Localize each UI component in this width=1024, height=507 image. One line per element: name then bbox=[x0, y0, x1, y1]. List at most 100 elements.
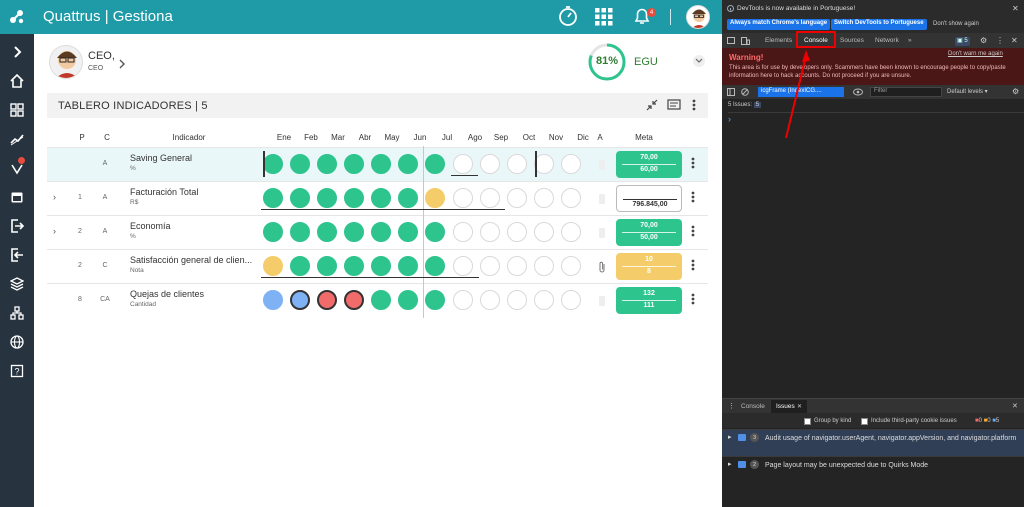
month-status-dot[interactable] bbox=[290, 154, 310, 174]
month-status-dot[interactable] bbox=[425, 188, 445, 208]
month-status-dot[interactable] bbox=[371, 222, 391, 242]
col-month[interactable]: Abr bbox=[353, 133, 377, 142]
sidebar-item-export[interactable] bbox=[0, 211, 34, 240]
kebab-icon[interactable] bbox=[691, 293, 695, 305]
app-logo[interactable] bbox=[0, 0, 34, 34]
month-status-dot[interactable] bbox=[534, 154, 554, 174]
month-status-dot[interactable] bbox=[398, 222, 418, 242]
month-status-dot[interactable] bbox=[290, 222, 310, 242]
month-status-dot[interactable] bbox=[425, 154, 445, 174]
table-row[interactable]: › 2 A Economía% 70,00 50,00 bbox=[47, 215, 708, 249]
month-status-dot[interactable] bbox=[561, 188, 581, 208]
sidebar-item-help[interactable]: ? bbox=[0, 356, 34, 385]
meta-box[interactable]: 796.845,00 bbox=[616, 185, 682, 212]
month-status-dot[interactable] bbox=[453, 154, 473, 174]
close-icon[interactable]: ✕ bbox=[797, 403, 802, 410]
table-row[interactable]: 8 CA Quejas de clientes Cantidad 132 111 bbox=[47, 283, 708, 317]
month-status-dot[interactable] bbox=[507, 256, 527, 276]
meta-box[interactable]: 132 111 bbox=[616, 287, 682, 314]
month-status-dot[interactable] bbox=[371, 154, 391, 174]
month-status-dot[interactable] bbox=[263, 154, 283, 174]
profile-avatar[interactable] bbox=[49, 45, 83, 79]
kebab-icon[interactable] bbox=[691, 225, 695, 237]
sidebar-item-calendar[interactable] bbox=[0, 182, 34, 211]
score-dropdown[interactable] bbox=[693, 55, 705, 67]
month-status-dot[interactable] bbox=[425, 290, 445, 310]
month-status-dot[interactable] bbox=[453, 188, 473, 208]
sidebar-item-import[interactable] bbox=[0, 240, 34, 269]
col-a[interactable]: A bbox=[594, 133, 606, 142]
sidebar-item-globe[interactable] bbox=[0, 327, 34, 356]
month-status-dot[interactable] bbox=[480, 154, 500, 174]
month-status-dot[interactable] bbox=[534, 188, 554, 208]
month-status-dot[interactable] bbox=[263, 256, 283, 276]
month-status-dot[interactable] bbox=[263, 222, 283, 242]
indicator-name[interactable]: Satisfacción general de clien... bbox=[130, 255, 258, 265]
month-status-dot[interactable] bbox=[317, 290, 337, 310]
month-status-dot[interactable] bbox=[534, 290, 554, 310]
attachment-icon[interactable] bbox=[598, 261, 606, 273]
col-p[interactable]: P bbox=[78, 133, 86, 142]
month-status-dot[interactable] bbox=[480, 222, 500, 242]
month-status-dot[interactable] bbox=[534, 256, 554, 276]
month-status-dot[interactable] bbox=[317, 256, 337, 276]
sidebar-expand[interactable] bbox=[0, 37, 34, 66]
user-avatar[interactable] bbox=[686, 5, 710, 29]
col-month[interactable]: Ene bbox=[272, 133, 296, 142]
apps-button[interactable] bbox=[594, 7, 614, 27]
month-status-dot[interactable] bbox=[507, 188, 527, 208]
month-status-dot[interactable] bbox=[453, 290, 473, 310]
indicator-name[interactable]: Facturación Total bbox=[130, 187, 258, 197]
col-indicador[interactable]: Indicador bbox=[154, 133, 224, 142]
month-status-dot[interactable] bbox=[317, 188, 337, 208]
month-status-dot[interactable] bbox=[507, 222, 527, 242]
month-status-dot[interactable] bbox=[263, 188, 283, 208]
month-status-dot[interactable] bbox=[344, 256, 364, 276]
col-month[interactable]: Dic bbox=[571, 133, 595, 142]
month-status-dot[interactable] bbox=[398, 290, 418, 310]
meta-box[interactable]: 70,00 50,00 bbox=[616, 219, 682, 246]
profile-expand[interactable] bbox=[118, 56, 126, 74]
month-status-dot[interactable] bbox=[398, 154, 418, 174]
month-status-dot[interactable] bbox=[453, 256, 473, 276]
collapse-button[interactable] bbox=[646, 99, 658, 111]
kebab-icon[interactable] bbox=[691, 191, 695, 203]
sidebar-item-org[interactable] bbox=[0, 298, 34, 327]
sidebar-item-home[interactable] bbox=[0, 66, 34, 95]
row-expand-button[interactable]: › bbox=[53, 192, 56, 202]
col-month[interactable]: Feb bbox=[299, 133, 323, 142]
issue-row[interactable]: ▸ 3 Audit usage of navigator.userAgent, … bbox=[722, 429, 1024, 456]
month-status-dot[interactable] bbox=[507, 154, 527, 174]
month-status-dot[interactable] bbox=[561, 290, 581, 310]
month-status-dot[interactable] bbox=[371, 256, 391, 276]
month-status-dot[interactable] bbox=[480, 256, 500, 276]
third-party-checkbox[interactable] bbox=[861, 418, 868, 425]
close-icon[interactable]: ✕ bbox=[1012, 402, 1018, 410]
meta-box[interactable]: 10 8 bbox=[616, 253, 682, 280]
month-status-dot[interactable] bbox=[425, 222, 445, 242]
month-status-dot[interactable] bbox=[344, 222, 364, 242]
month-status-dot[interactable] bbox=[344, 188, 364, 208]
attachment-icon[interactable] bbox=[598, 295, 606, 307]
month-status-dot[interactable] bbox=[561, 154, 581, 174]
kebab-icon[interactable] bbox=[691, 157, 695, 169]
attachment-icon[interactable] bbox=[598, 227, 606, 239]
month-status-dot[interactable] bbox=[453, 222, 473, 242]
group-by-kind-checkbox[interactable] bbox=[804, 418, 811, 425]
month-status-dot[interactable] bbox=[317, 154, 337, 174]
drawer-tab-console[interactable]: Console bbox=[741, 403, 765, 410]
month-status-dot[interactable] bbox=[561, 256, 581, 276]
col-month[interactable]: Sep bbox=[489, 133, 513, 142]
month-status-dot[interactable] bbox=[534, 222, 554, 242]
month-status-dot[interactable] bbox=[317, 222, 337, 242]
col-c[interactable]: C bbox=[101, 133, 113, 142]
col-month[interactable]: Ago bbox=[463, 133, 487, 142]
col-month[interactable]: Mar bbox=[326, 133, 350, 142]
attachment-icon[interactable] bbox=[598, 193, 606, 205]
month-status-dot[interactable] bbox=[561, 222, 581, 242]
month-status-dot[interactable] bbox=[507, 290, 527, 310]
month-status-dot[interactable] bbox=[480, 290, 500, 310]
issue-row[interactable]: ▸ 2 Page layout may be unexpected due to… bbox=[722, 456, 1024, 472]
attachment-icon[interactable] bbox=[598, 159, 606, 171]
sidebar-item-layers[interactable] bbox=[0, 269, 34, 298]
